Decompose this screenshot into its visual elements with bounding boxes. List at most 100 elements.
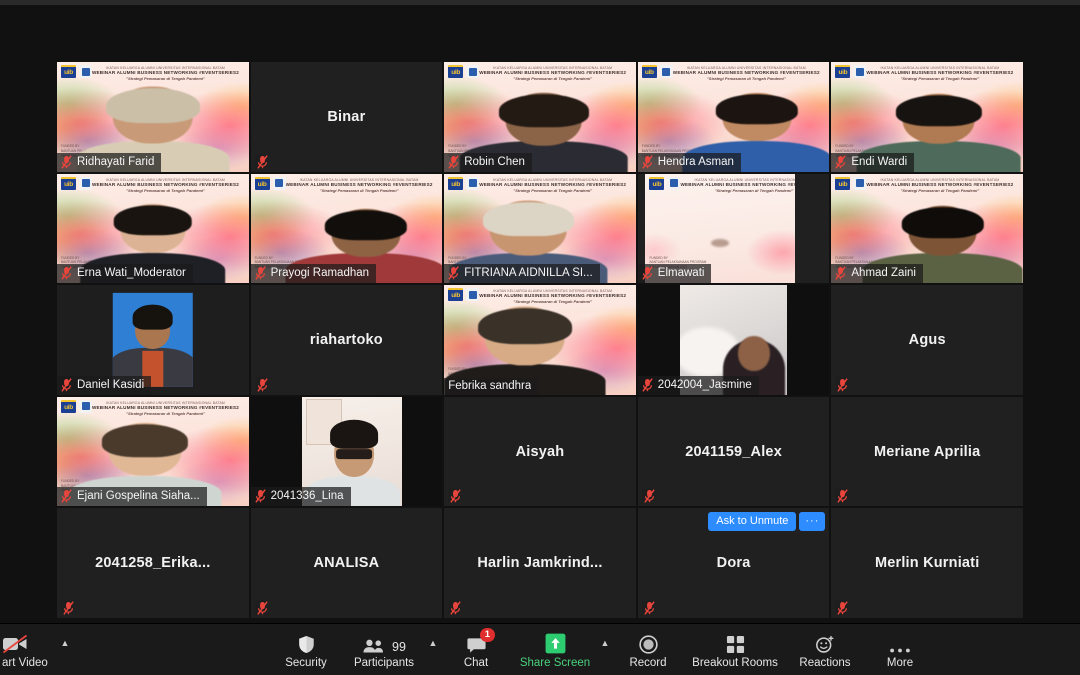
gallery-view-grid: uib IKATAN KELUARGA ALUMNI UNIVERSITAS IN… [57,62,1023,618]
participant-name: 2041336_Lina [270,490,344,503]
participant-name: Daniel Kasidi [77,378,145,391]
video-off-icon [2,632,28,654]
mic-muted-icon[interactable] [254,153,268,169]
mic-muted-icon[interactable] [254,599,268,615]
record-button[interactable]: Record [612,624,684,675]
participant-name-label: 2041336_Lina [250,487,351,507]
participant-name: Prayogi Ramadhan [270,267,370,280]
share-screen-label: Share Screen [519,656,591,669]
mic-muted-icon[interactable] [254,489,266,504]
reactions-icon [815,632,835,654]
mic-muted-icon[interactable] [835,154,847,169]
participant-tile[interactable]: 2042004_Jasmine [637,285,830,395]
participant-name: Endi Wardi [851,155,908,168]
mic-muted-icon[interactable] [835,266,847,280]
chat-label: Chat [463,656,489,669]
participant-tile[interactable]: uib IKATAN KELUARGA ALUMNI UNIVERSITAS IN… [444,62,636,172]
mic-muted-icon[interactable] [835,488,849,504]
participant-tile[interactable]: uib IKATAN KELUARGA ALUMNI UNIVERSITAS IN… [637,62,830,172]
chat-button[interactable]: 1 Chat [440,624,512,675]
participant-tile[interactable]: uib IKATAN KELUARGA ALUMNI UNIVERSITAS IN… [637,173,830,284]
participant-tile[interactable]: Meriane Aprilia [831,396,1023,507]
mic-muted-icon[interactable] [61,378,72,392]
reactions-label: Reactions [799,656,851,669]
participant-tile[interactable]: Merlin Kurniati [831,508,1023,618]
participant-name: Ahmad Zaini [851,267,916,280]
share-screen-caret[interactable]: ▲ [598,624,612,675]
record-icon [638,632,658,654]
vbg-logos: uib [649,176,681,190]
mic-muted-icon[interactable] [61,599,74,615]
participants-icon: 99 [362,632,406,654]
participant-name-label: Hendra Asman [637,152,741,172]
mic-muted-icon[interactable] [642,266,653,280]
participant-tile[interactable]: uib IKATAN KELUARGA ALUMNI UNIVERSITAS IN… [444,173,636,284]
breakout-rooms-button[interactable]: Breakout Rooms [684,624,786,675]
mic-muted-icon[interactable] [448,488,461,504]
participant-tile[interactable]: Aisyah [444,396,636,507]
vbg-header: uib IKATAN KELUARGA ALUMNI UNIVERSITAS IN… [645,174,795,202]
record-label: Record [629,656,667,669]
mic-muted-icon[interactable] [448,154,459,169]
zoom-app-window: uib IKATAN KELUARGA ALUMNI UNIVERSITAS IN… [0,0,1080,675]
participant-tile[interactable]: Harlin Jamkrind... [444,508,636,618]
participant-name: Ejani Gospelina Siaha... [77,490,200,503]
more-button[interactable]: More [864,624,936,675]
mic-muted-icon[interactable] [448,599,461,615]
participant-name-placeholder: 2041159_Alex [685,443,782,460]
participant-tile[interactable]: 2041159_Alex [637,396,830,507]
participant-tile[interactable]: ANALISA [250,508,443,618]
mic-muted-icon[interactable] [448,266,459,280]
mic-muted-icon[interactable] [641,599,655,615]
participant-tile[interactable]: 2041258_Erika... [57,508,249,618]
participants-caret[interactable]: ▲ [426,624,440,675]
participant-tile[interactable]: uib IKATAN KELUARGA ALUMNI UNIVERSITAS IN… [57,62,249,172]
participants-button[interactable]: 99 Participants [342,624,426,675]
participant-tile[interactable]: uib IKATAN KELUARGA ALUMNI UNIVERSITAS IN… [250,173,443,284]
mic-muted-icon[interactable] [254,376,268,392]
more-label: More [886,656,914,669]
reactions-button[interactable]: Reactions [786,624,864,675]
chat-badge: 1 [480,627,495,642]
mic-muted-icon[interactable] [641,488,655,504]
toolbar-center-group: Security 99 Participants ▲ 1 Chat Share … [270,624,936,675]
participant-tile[interactable]: riahartoko [250,285,443,395]
participant-tile[interactable]: Dora Ask to Unmute ··· [637,508,830,618]
start-video-button[interactable]: art Video [0,624,58,675]
mic-muted-icon[interactable] [835,599,849,615]
kampus-merdeka-logo [667,176,681,190]
participant-tile[interactable]: 2041336_Lina [250,396,443,507]
mic-muted-icon[interactable] [61,489,72,504]
mic-muted-icon[interactable] [642,378,653,392]
participant-name: Hendra Asman [657,155,734,168]
participant-name-label: FITRIANA AIDNILLA SI... [444,264,600,284]
mic-muted-icon[interactable] [254,266,266,280]
participant-name: 2042004_Jasmine [657,378,752,391]
participant-tile[interactable]: uib IKATAN KELUARGA ALUMNI UNIVERSITAS IN… [831,173,1023,284]
tile-more-button[interactable]: ··· [799,512,826,532]
participant-tile[interactable]: uib IKATAN KELUARGA ALUMNI UNIVERSITAS IN… [444,285,636,395]
participant-tile[interactable]: Daniel Kasidi [57,285,249,395]
participant-tile[interactable]: Agus [831,285,1023,395]
participant-name-placeholder: Aisyah [515,443,565,460]
participant-tile[interactable]: uib IKATAN KELUARGA ALUMNI UNIVERSITAS IN… [57,396,249,507]
mic-muted-icon[interactable] [61,266,72,280]
mic-muted-icon[interactable] [61,154,72,169]
video-options-caret[interactable]: ▲ [58,624,72,675]
participant-tile[interactable]: uib IKATAN KELUARGA ALUMNI UNIVERSITAS IN… [57,173,249,284]
participant-tile[interactable]: Binar [250,62,443,172]
start-video-label: art Video [2,656,48,669]
participant-name: FITRIANA AIDNILLA SI... [464,267,593,280]
vbg-line3: "Strategi Pemasaran di Tengah Pandemi" [714,187,794,193]
share-screen-button[interactable]: Share Screen [512,624,598,675]
participant-tile[interactable]: uib IKATAN KELUARGA ALUMNI UNIVERSITAS IN… [831,62,1023,172]
toolbar-left-group: art Video ▲ [0,624,72,675]
participants-count: 99 [392,639,406,654]
participant-name-label: Prayogi Ramadhan [250,264,377,284]
mic-muted-icon[interactable] [642,154,653,169]
participant-name-placeholder: riahartoko [309,331,383,348]
security-button[interactable]: Security [270,624,342,675]
participant-name-placeholder: ANALISA [313,555,380,572]
ask-to-unmute-button[interactable]: Ask to Unmute [708,512,797,532]
mic-muted-icon[interactable] [835,376,849,392]
